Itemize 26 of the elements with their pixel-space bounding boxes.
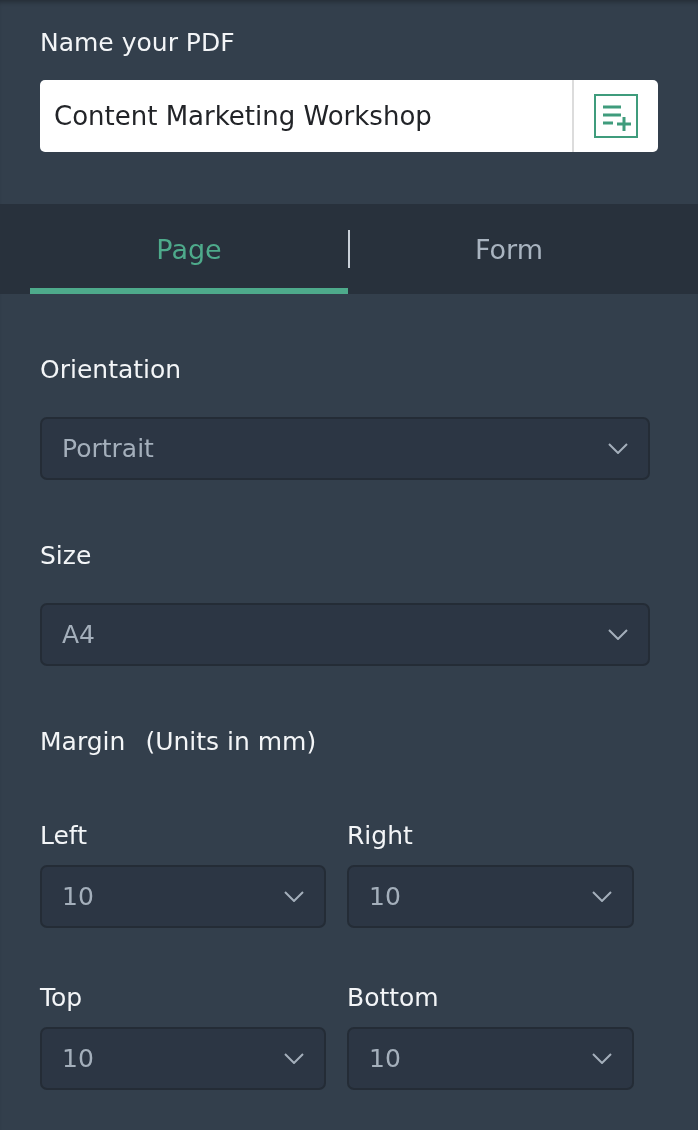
list-plus-icon xyxy=(594,94,638,138)
field-label: Orientation xyxy=(40,355,183,385)
chevron-down-icon xyxy=(592,1053,612,1064)
orientation-dropdown[interactable]: Portrait xyxy=(40,417,650,480)
field-label: Bottom xyxy=(347,983,440,1013)
field-label: Left xyxy=(40,821,89,851)
tab[interactable]: Page xyxy=(30,204,348,294)
section-title: Margin xyxy=(40,727,126,757)
field-label: Right xyxy=(347,821,414,851)
tab[interactable]: Form xyxy=(350,204,668,294)
chevron-down-icon xyxy=(592,891,612,902)
margin-dropdown[interactable]: 10 xyxy=(40,865,326,928)
field-label: Top xyxy=(40,983,84,1013)
chevron-down-icon xyxy=(608,443,628,454)
chevron-down-icon xyxy=(608,629,628,640)
field-label: Name your PDF xyxy=(40,28,236,58)
add-list-button[interactable] xyxy=(572,80,658,152)
margin-dropdown[interactable]: 10 xyxy=(347,865,634,928)
margin-dropdown[interactable]: 10 xyxy=(347,1027,634,1090)
chevron-down-icon xyxy=(284,891,304,902)
margin-dropdown[interactable]: 10 xyxy=(40,1027,326,1090)
pdf-name-input[interactable]: Content Marketing Workshop xyxy=(40,80,572,152)
chevron-down-icon xyxy=(284,1053,304,1064)
size-dropdown[interactable]: A4 xyxy=(40,603,650,666)
field-label: Size xyxy=(40,541,93,571)
units-note: (Units in mm) xyxy=(145,727,317,757)
